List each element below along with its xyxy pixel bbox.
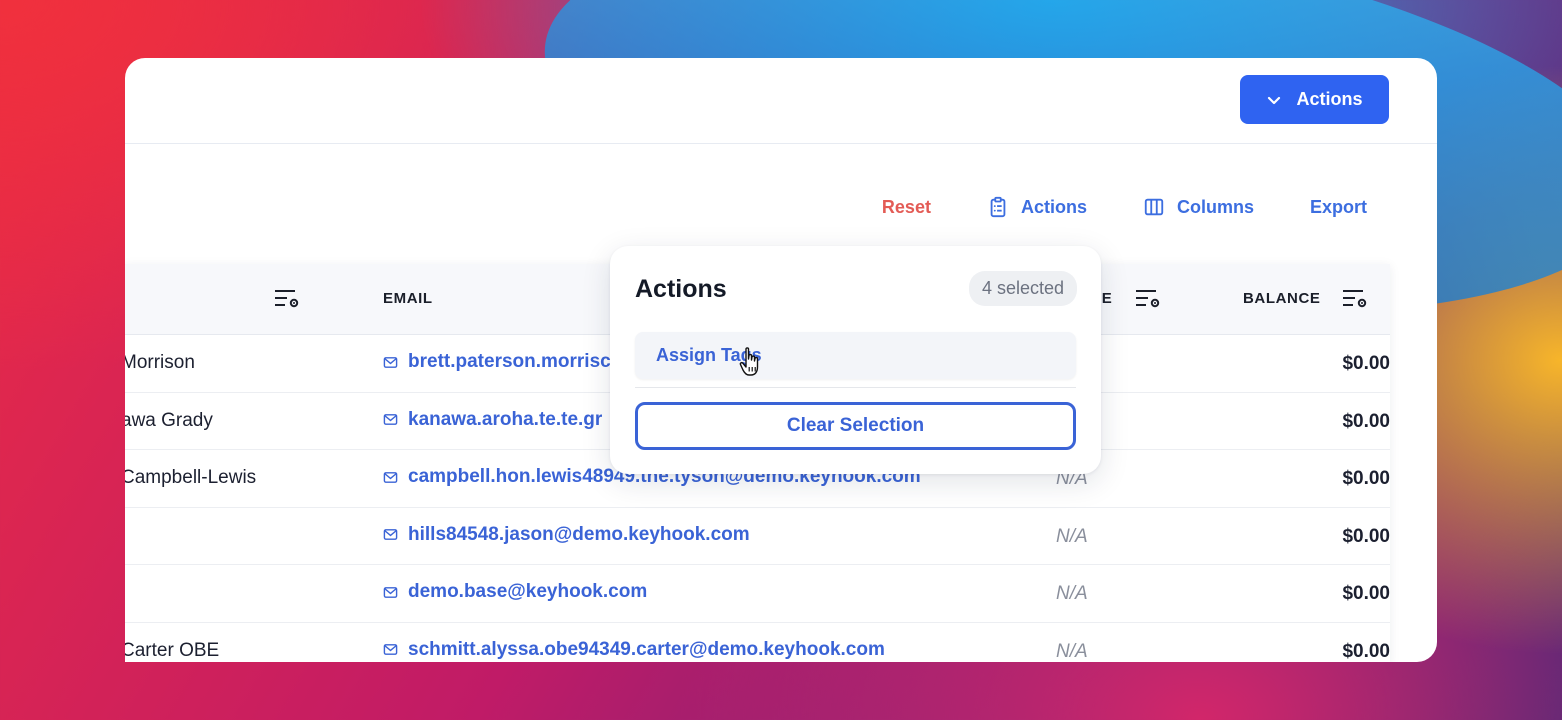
row-name: Campbell-Lewis (125, 467, 257, 488)
row-balance: $0.00 (1342, 583, 1390, 604)
row-email: brett.paterson.morrisc (408, 351, 611, 372)
row-email-link[interactable]: demo.base@keyhook.com (383, 581, 647, 603)
assign-tags-menu-item[interactable]: Assign Tags (635, 332, 1076, 379)
table-row[interactable]: hills84548.jason@demo.keyhook.com N/A $0… (125, 508, 1390, 565)
export-button[interactable]: Export (1310, 197, 1367, 218)
mail-icon (383, 529, 398, 540)
reset-button[interactable]: Reset (882, 197, 931, 218)
toolbar-actions-label: Actions (1020, 196, 1087, 217)
row-phone: N/A (1056, 640, 1088, 662)
popover-divider (635, 387, 1076, 388)
actions-popover: Actions 4 selected Assign Tags Clear Sel… (610, 246, 1101, 474)
mail-icon (383, 471, 398, 483)
column-header-email[interactable]: EMAIL (383, 290, 433, 307)
row-phone: N/A (1056, 583, 1088, 604)
mail-icon (383, 644, 398, 655)
columns-button[interactable]: Columns (1143, 196, 1254, 218)
row-name: awa Grady (125, 409, 213, 431)
table-row[interactable]: demo.base@keyhook.com N/A $0.00 (125, 565, 1390, 623)
popover-title: Actions (635, 275, 727, 303)
hand-pointer-cursor-icon (739, 347, 759, 376)
mail-icon (383, 586, 398, 598)
row-balance: $0.00 (1342, 525, 1390, 547)
column-header-balance[interactable]: BALANCE (1243, 290, 1321, 307)
actions-button-label: Actions (1296, 89, 1363, 109)
row-name: Morrison (125, 352, 195, 373)
row-email-link[interactable]: hills84548.jason@demo.keyhook.com (383, 524, 750, 546)
row-email-link[interactable]: schmitt.alyssa.obe94349.carter@demo.keyh… (383, 639, 885, 661)
row-email: demo.base@keyhook.com (408, 581, 648, 602)
row-email-link[interactable]: kanawa.aroha.te.te.gr (383, 409, 602, 431)
chevron-down-icon (1268, 96, 1281, 104)
row-balance: $0.00 (1342, 353, 1390, 374)
export-label: Export (1309, 196, 1367, 217)
row-balance: $0.00 (1342, 410, 1390, 432)
reset-label: Reset (881, 196, 931, 217)
columns-label: Columns (1176, 196, 1254, 217)
row-balance: $0.00 (1342, 468, 1390, 489)
mail-icon (383, 414, 398, 425)
row-email: schmitt.alyssa.obe94349.carter@demo.keyh… (408, 638, 885, 660)
clipboard-list-icon (990, 196, 1006, 218)
clear-selection-button[interactable]: Clear Selection (635, 402, 1076, 450)
column-settings-icon[interactable] (1134, 287, 1162, 311)
column-settings-icon[interactable] (273, 287, 301, 311)
actions-dropdown-button[interactable]: Actions (1240, 75, 1389, 124)
clear-selection-label: Clear Selection (786, 415, 925, 436)
row-balance: $0.00 (1342, 640, 1390, 662)
row-name: Carter OBE (125, 639, 220, 661)
table-row[interactable]: Carter OBE schmitt.alyssa.obe94349.carte… (125, 623, 1390, 663)
toolbar-actions-button[interactable]: Actions (987, 196, 1087, 218)
column-settings-icon[interactable] (1341, 287, 1369, 311)
mail-icon (383, 356, 398, 368)
row-email-link[interactable]: brett.paterson.morrisc (383, 351, 611, 373)
row-email: kanawa.aroha.te.te.gr (408, 408, 603, 430)
row-email: hills84548.jason@demo.keyhook.com (408, 523, 750, 545)
columns-icon (1144, 198, 1164, 216)
table-toolbar: Reset Actions Columns Export (882, 196, 1367, 218)
selected-count-badge: 4 selected (968, 271, 1077, 306)
row-phone: N/A (1056, 525, 1088, 547)
top-bar: Actions (125, 58, 1437, 144)
